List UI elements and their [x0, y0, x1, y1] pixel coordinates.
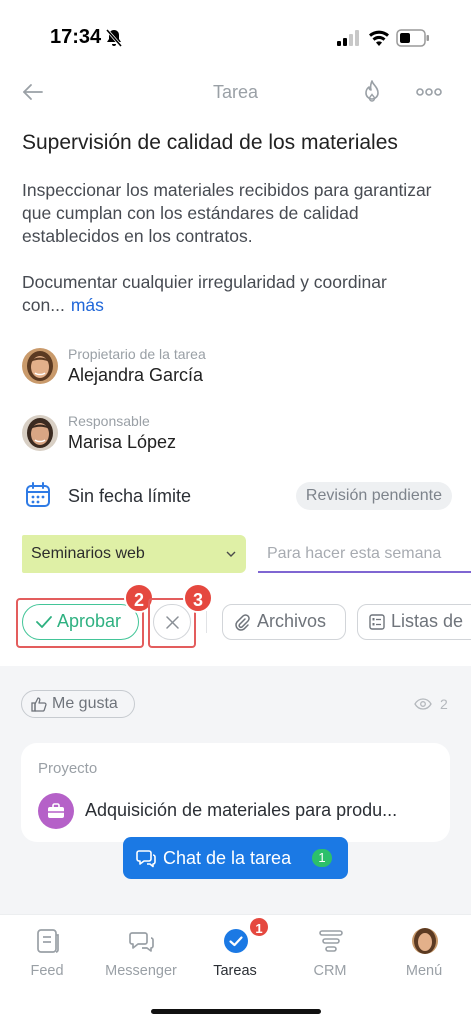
owner-name: Alejandra García	[68, 365, 204, 385]
task-chat-label: Chat de la tarea	[163, 848, 292, 868]
feed-icon	[37, 929, 59, 953]
thumbs-up-icon	[31, 697, 47, 712]
like-button[interactable]: Me gusta	[21, 690, 135, 718]
briefcase-icon	[38, 793, 74, 829]
highlight-number-reject: 3	[183, 583, 213, 613]
tab-messenger-label: Messenger	[105, 963, 177, 979]
cell-signal-icon	[337, 30, 359, 46]
assignee-name: Marisa López	[68, 432, 177, 452]
eye-icon	[414, 698, 432, 710]
views-counter: 2	[414, 696, 454, 714]
bell-off-icon	[105, 29, 123, 47]
tab-tasks[interactable]: Tareas	[188, 925, 282, 985]
stage-dropdown[interactable]: Seminarios web	[22, 535, 246, 573]
wifi-icon	[369, 30, 389, 46]
tab-messenger[interactable]: Messenger	[94, 925, 188, 985]
chat-bubbles-icon	[136, 850, 156, 868]
crm-funnel-icon	[319, 930, 343, 952]
stage-next[interactable]: Para hacer esta semana	[258, 535, 471, 573]
top-navbar: Tarea	[0, 70, 471, 114]
project-name: Adquisición de materiales para produ...	[85, 800, 398, 820]
home-indicator	[151, 1009, 321, 1014]
stage-row: Seminarios web Para hacer esta semana	[22, 535, 471, 575]
assignee-role-label: Responsable	[68, 413, 150, 429]
tab-crm[interactable]: CRM	[283, 925, 377, 985]
checklist-icon	[369, 614, 385, 630]
task-description: Inspeccionar los materiales recibidos pa…	[22, 179, 452, 340]
files-label: Archivos	[257, 611, 327, 631]
project-card[interactable]: Proyecto Adquisición de materiales para …	[21, 743, 450, 842]
divider	[206, 611, 207, 633]
like-label: Me gusta	[52, 695, 118, 712]
flame-icon[interactable]	[360, 79, 384, 105]
more-dots-icon[interactable]	[415, 82, 443, 102]
task-title: Supervisión de calidad de los materiales	[22, 131, 398, 154]
checklists-label: Listas de	[391, 611, 464, 631]
tasks-badge: 1	[248, 916, 270, 938]
views-count: 2	[440, 696, 448, 712]
chevron-down-icon	[226, 551, 236, 557]
tab-menu[interactable]: Menú	[377, 925, 471, 985]
avatar	[22, 415, 58, 451]
description-paragraph-1: Inspeccionar los materiales recibidos pa…	[22, 180, 432, 246]
tasks-check-icon	[224, 929, 248, 953]
actions-row: Aprobar 2 3 Archivos Listas de	[0, 583, 471, 655]
chat-unread-badge: 1	[312, 849, 332, 867]
assignee-row[interactable]: Responsable Marisa López	[22, 413, 442, 459]
project-label: Proyecto	[38, 760, 98, 777]
owner-row[interactable]: Propietario de la tarea Alejandra García	[22, 346, 442, 392]
task-chat-button[interactable]: Chat de la tarea 1	[123, 837, 348, 879]
tab-feed[interactable]: Feed	[0, 925, 94, 985]
files-button[interactable]: Archivos	[222, 604, 346, 640]
owner-role-label: Propietario de la tarea	[68, 346, 206, 362]
stage-current-label: Seminarios web	[31, 545, 145, 562]
tab-tasks-label: Tareas	[213, 963, 257, 979]
paperclip-icon	[235, 614, 250, 631]
more-link[interactable]: más	[71, 295, 104, 315]
page-title: Tarea	[212, 82, 259, 102]
tab-menu-label: Menú	[405, 963, 443, 979]
deadline-text: Sin fecha límite	[68, 486, 192, 506]
checklists-button[interactable]: Listas de	[357, 604, 471, 640]
status-badge: Revisión pendiente	[295, 482, 452, 510]
status-bar: 17:34	[0, 0, 471, 64]
highlight-box-approve	[16, 598, 144, 648]
deadline-row[interactable]: Sin fecha límite Revisión pendiente	[22, 478, 452, 514]
tab-feed-label: Feed	[30, 963, 64, 979]
status-time: 17:34	[50, 26, 102, 48]
description-paragraph-2: Documentar cualquier irregularidad y coo…	[22, 271, 452, 317]
chat-icon	[129, 932, 154, 952]
avatar	[412, 928, 438, 954]
bottom-tabbar: Feed Messenger Tareas CRM Menú	[0, 914, 471, 1024]
tab-crm-label: CRM	[313, 963, 347, 979]
battery-icon	[396, 29, 429, 47]
calendar-icon	[26, 482, 50, 507]
avatar	[22, 348, 58, 384]
